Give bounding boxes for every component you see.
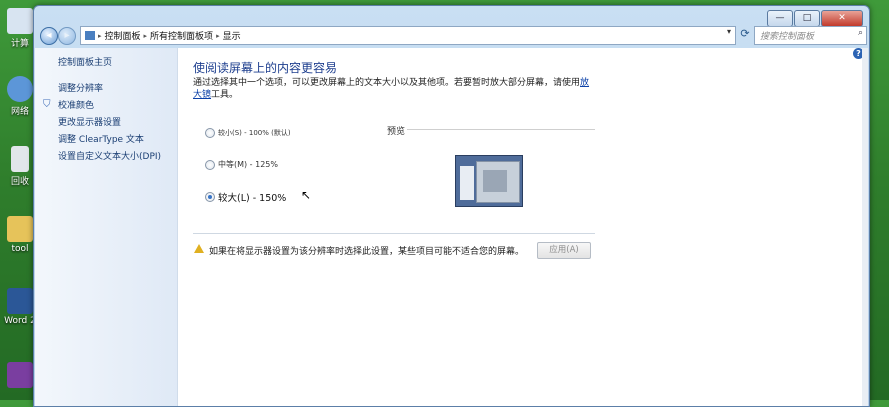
breadcrumb-display[interactable]: 显示 [220,29,244,42]
close-button[interactable]: ✕ [821,10,863,27]
sidebar-item-cleartype[interactable]: 调整 ClearType 文本 [58,132,144,145]
preview-sidebar [460,166,474,200]
chevron-down-icon[interactable]: ▾ [727,27,731,36]
maximize-button[interactable]: □ [794,10,820,27]
page-title: 使阅读屏幕上的内容更容易 [193,61,338,75]
search-placeholder: 搜索控制面板 [760,32,815,42]
caption-buttons: — □ ✕ [767,10,863,27]
sidebar: 控制面板主页 调整分辨率 ⛉ 校准颜色 更改显示器设置 调整 ClearType… [35,48,178,406]
network-icon [7,76,33,102]
content-area: 控制面板主页 调整分辨率 ⛉ 校准颜色 更改显示器设置 调整 ClearType… [35,48,868,406]
sidebar-home-link[interactable]: 控制面板主页 [58,55,112,68]
option-label: 较小(S) - 100% (默认) [218,129,291,137]
word-icon [7,288,33,314]
option-label: 较大(L) - 150% [218,193,287,204]
description-text-end: 工具。 [211,90,239,100]
recycle-bin-icon [11,146,29,172]
sidebar-item-calibrate-color[interactable]: 校准颜色 [58,98,94,111]
breadcrumb-all-items[interactable]: 所有控制面板项 [147,29,216,42]
preview-window [476,161,520,203]
visual-studio-icon [7,362,33,388]
back-button[interactable]: ◂ [40,27,58,45]
sidebar-item-display-settings[interactable]: 更改显示器设置 [58,115,121,128]
radio-button[interactable] [205,128,215,138]
preview-image [455,155,523,207]
mouse-cursor-icon: ↖ [301,188,312,202]
main-panel: ? 使阅读屏幕上的内容更容易 通过选择其中一个选项，可以更改屏幕上的文本大小以及… [178,48,868,406]
page-description: 通过选择其中一个选项，可以更改屏幕上的文本大小以及其他项。若要暂时放大部分屏幕，… [193,77,593,101]
address-bar[interactable]: ▸ 控制面板 ▸ 所有控制面板项 ▸ 显示 ▾ [80,26,736,45]
folder-icon [7,216,33,242]
control-panel-icon [85,31,95,40]
radio-button-selected[interactable] [205,192,215,202]
option-larger[interactable]: 较大(L) - 150% [205,190,286,204]
window-right-edge [862,48,868,406]
navigation-bar: ◂ ▸ ▸ 控制面板 ▸ 所有控制面板项 ▸ 显示 ▾ ⟳ 搜索控制面板 ⌕ [38,26,867,46]
shield-icon: ⛉ [43,99,51,110]
sidebar-item-resolution[interactable]: 调整分辨率 [58,81,103,94]
search-input[interactable]: 搜索控制面板 ⌕ [754,26,867,45]
preview-label: 预览 [387,127,406,137]
search-icon[interactable]: ⌕ [858,28,863,38]
section-divider [193,233,595,234]
option-label: 中等(M) - 125% [218,160,278,169]
warning-text: 如果在将显示器设置为该分辨率时选择此设置，某些项目可能不适合您的屏幕。 [209,247,525,257]
control-panel-window: — □ ✕ ◂ ▸ ▸ 控制面板 ▸ 所有控制面板项 ▸ 显示 ▾ ⟳ 搜索控制… [33,5,870,407]
apply-button[interactable]: 应用(A) [537,242,591,259]
warning-icon [194,244,204,253]
radio-button[interactable] [205,159,215,170]
option-smaller[interactable]: 较小(S) - 100% (默认) [205,128,291,138]
minimize-button[interactable]: — [767,10,793,27]
sidebar-item-custom-dpi[interactable]: 设置自定义文本大小(DPI) [58,149,161,162]
option-medium[interactable]: 中等(M) - 125% [205,159,278,170]
forward-button[interactable]: ▸ [58,27,76,45]
breadcrumb-control-panel[interactable]: 控制面板 [102,29,144,42]
description-text: 通过选择其中一个选项，可以更改屏幕上的文本大小以及其他项。若要暂时放大部分屏幕，… [193,78,581,88]
computer-icon [7,8,33,34]
refresh-icon[interactable]: ⟳ [738,27,752,43]
preview-divider [407,129,595,130]
